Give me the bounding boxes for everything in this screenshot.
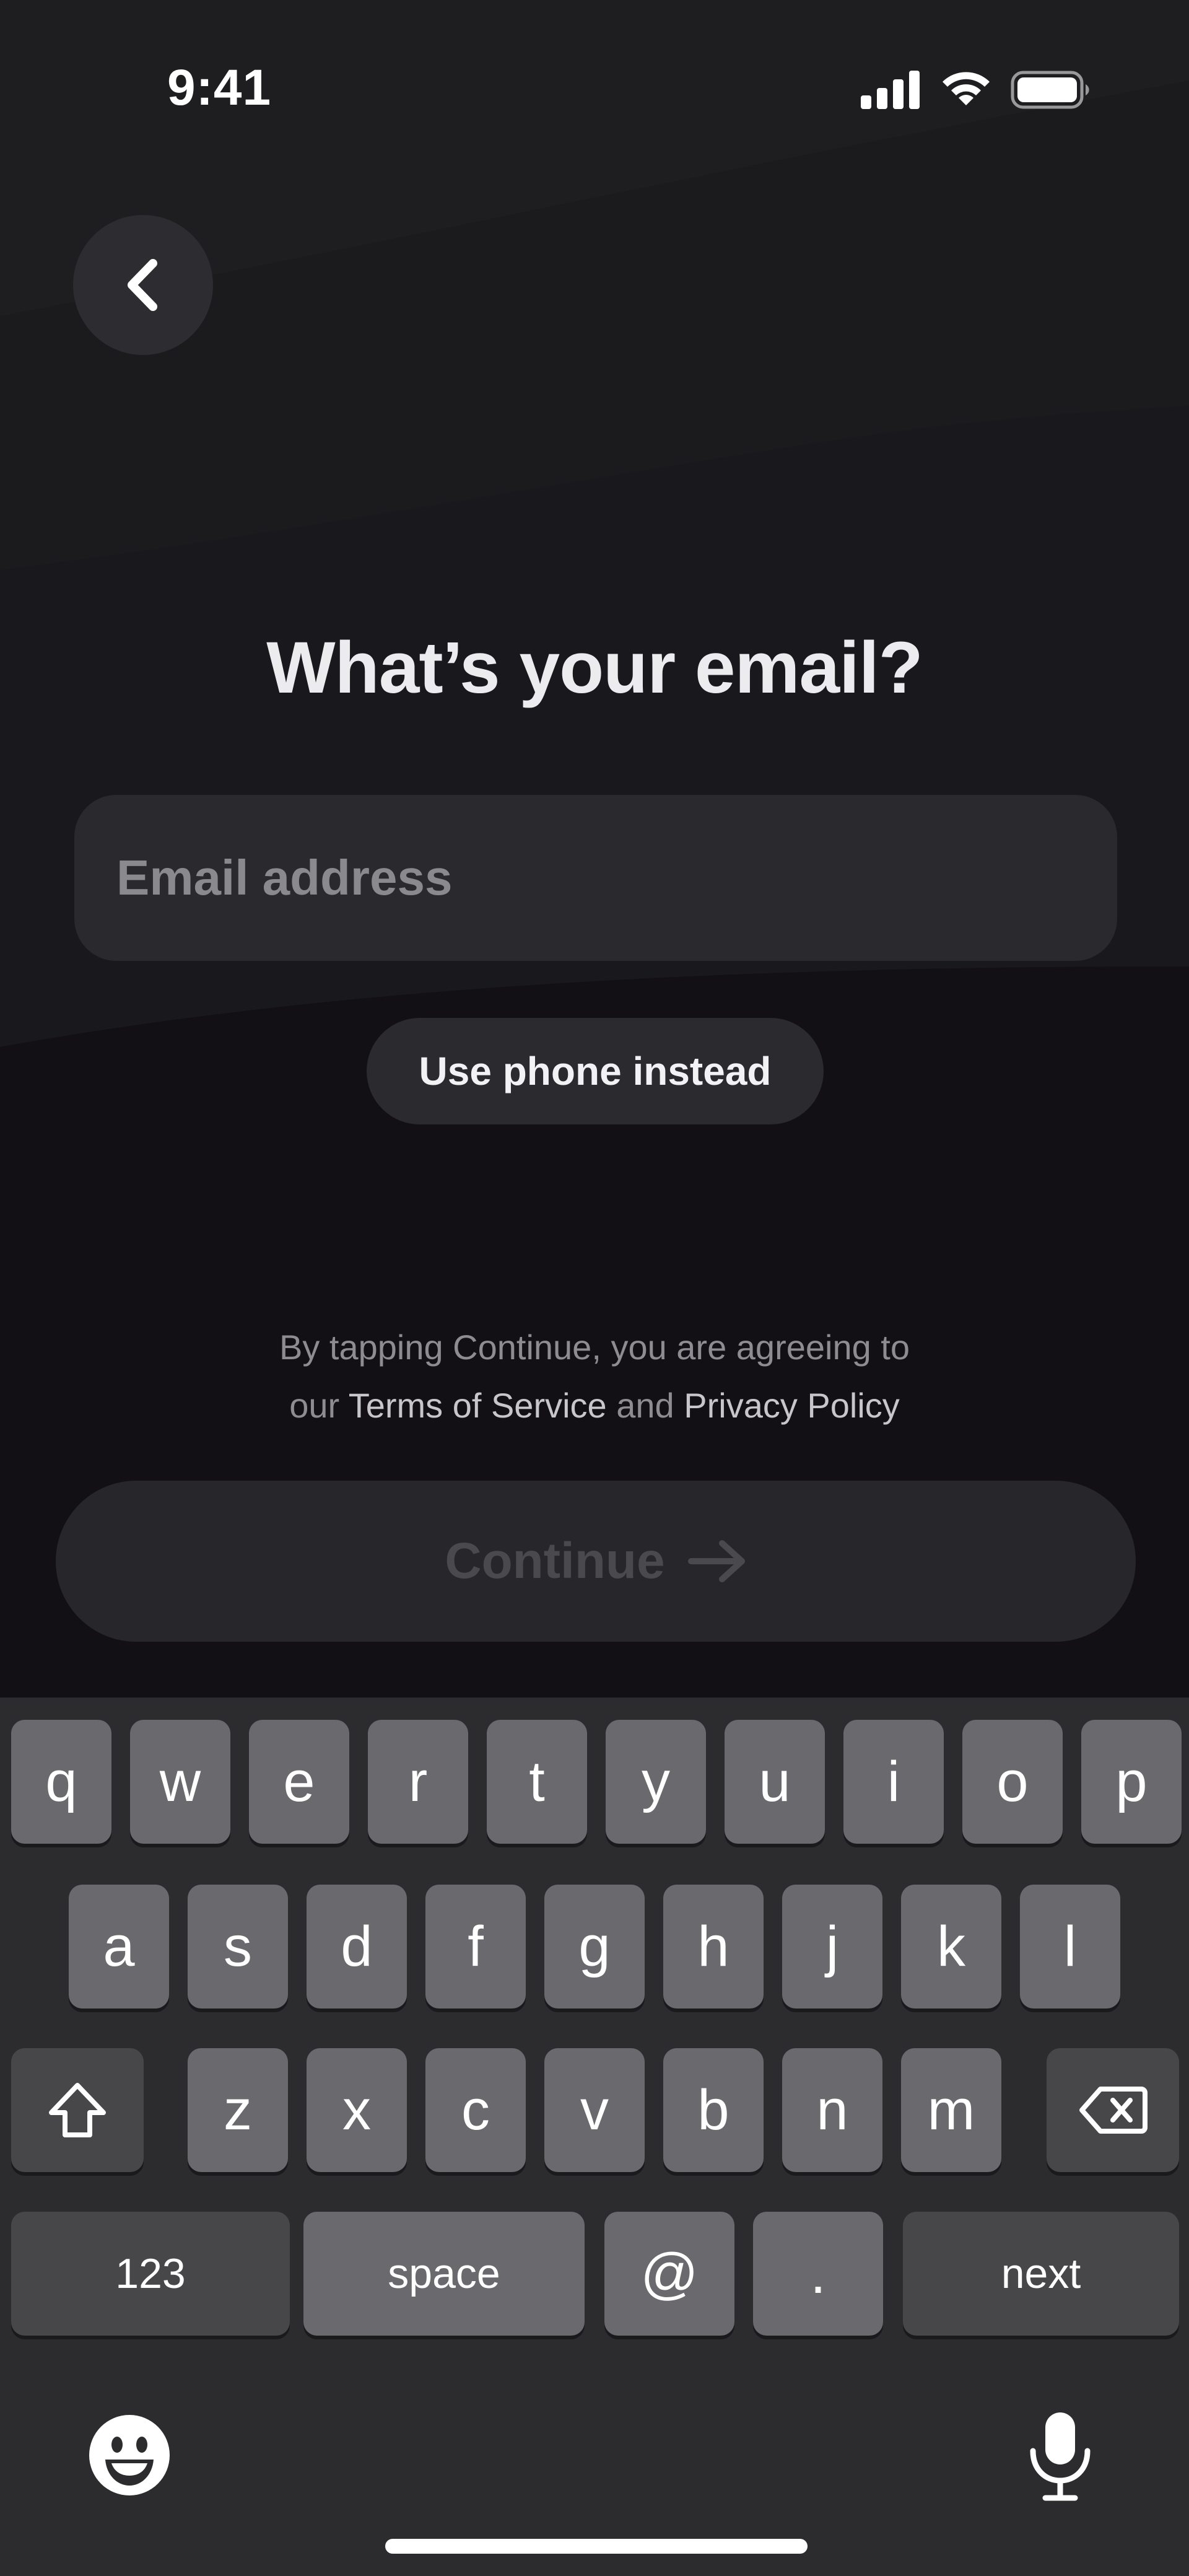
delete-key[interactable] bbox=[1047, 2048, 1179, 2172]
key-z[interactable]: z bbox=[188, 2048, 288, 2172]
status-icons bbox=[861, 68, 1091, 112]
backspace-icon bbox=[1079, 2087, 1148, 2134]
key-m[interactable]: m bbox=[901, 2048, 1001, 2172]
key-h[interactable]: h bbox=[663, 1885, 764, 2009]
key-q[interactable]: q bbox=[11, 1720, 111, 1844]
wifi-icon bbox=[943, 72, 990, 105]
keyboard: qwertyuiop asdfghjkl zxcvbnm 123 space @… bbox=[0, 1698, 1189, 2576]
key-u[interactable]: u bbox=[725, 1720, 825, 1844]
dot-key[interactable]: . bbox=[753, 2212, 883, 2336]
use-phone-button[interactable]: Use phone instead bbox=[367, 1018, 824, 1124]
privacy-link[interactable]: Privacy Policy bbox=[684, 1386, 900, 1425]
key-b[interactable]: b bbox=[663, 2048, 764, 2172]
key-c[interactable]: c bbox=[425, 2048, 526, 2172]
microphone-icon[interactable] bbox=[1027, 2410, 1094, 2502]
terms-link[interactable]: Terms of Service bbox=[349, 1386, 607, 1425]
key-d[interactable]: d bbox=[307, 1885, 407, 2009]
shift-icon bbox=[49, 2083, 106, 2137]
key-j[interactable]: j bbox=[782, 1885, 882, 2009]
key-o[interactable]: o bbox=[962, 1720, 1063, 1844]
key-s[interactable]: s bbox=[188, 1885, 288, 2009]
continue-label: Continue bbox=[445, 1533, 665, 1589]
legal-line-2: our Terms of Service and Privacy Policy bbox=[0, 1377, 1189, 1435]
battery-icon bbox=[1011, 71, 1089, 109]
key-x[interactable]: x bbox=[307, 2048, 407, 2172]
key-f[interactable]: f bbox=[425, 1885, 526, 2009]
signup-email-screen: 9:41 What’s your email? Use phone instea bbox=[0, 0, 1189, 2576]
key-w[interactable]: w bbox=[130, 1720, 230, 1844]
key-a[interactable]: a bbox=[69, 1885, 169, 2009]
key-y[interactable]: y bbox=[606, 1720, 706, 1844]
numbers-key[interactable]: 123 bbox=[11, 2212, 290, 2336]
key-t[interactable]: t bbox=[487, 1720, 587, 1844]
at-key[interactable]: @ bbox=[604, 2212, 734, 2336]
key-g[interactable]: g bbox=[544, 1885, 645, 2009]
key-r[interactable]: r bbox=[368, 1720, 468, 1844]
legal-middle: and bbox=[606, 1386, 684, 1425]
legal-line-1: By tapping Continue, you are agreeing to bbox=[279, 1328, 910, 1367]
legal-prefix: our bbox=[289, 1386, 349, 1425]
key-v[interactable]: v bbox=[544, 2048, 645, 2172]
status-time: 9:41 bbox=[167, 59, 272, 116]
key-p[interactable]: p bbox=[1081, 1720, 1182, 1844]
next-key[interactable]: next bbox=[903, 2212, 1179, 2336]
email-input[interactable] bbox=[116, 795, 1117, 961]
continue-button[interactable]: Continue bbox=[56, 1481, 1136, 1642]
emoji-icon[interactable] bbox=[88, 2414, 171, 2497]
home-indicator bbox=[385, 2539, 808, 2554]
signal-icon bbox=[861, 71, 920, 109]
back-button[interactable] bbox=[73, 215, 213, 355]
chevron-left-icon bbox=[128, 259, 157, 311]
space-key[interactable]: space bbox=[303, 2212, 585, 2336]
arrow-right-icon bbox=[687, 1540, 745, 1582]
key-i[interactable]: i bbox=[843, 1720, 944, 1844]
legal-notice: By tapping Continue, you are agreeing to… bbox=[0, 1318, 1189, 1435]
shift-key[interactable] bbox=[11, 2048, 144, 2172]
key-l[interactable]: l bbox=[1020, 1885, 1120, 2009]
key-e[interactable]: e bbox=[249, 1720, 349, 1844]
email-field[interactable] bbox=[74, 795, 1117, 961]
key-n[interactable]: n bbox=[782, 2048, 882, 2172]
key-k[interactable]: k bbox=[901, 1885, 1001, 2009]
page-title: What’s your email? bbox=[266, 627, 923, 709]
